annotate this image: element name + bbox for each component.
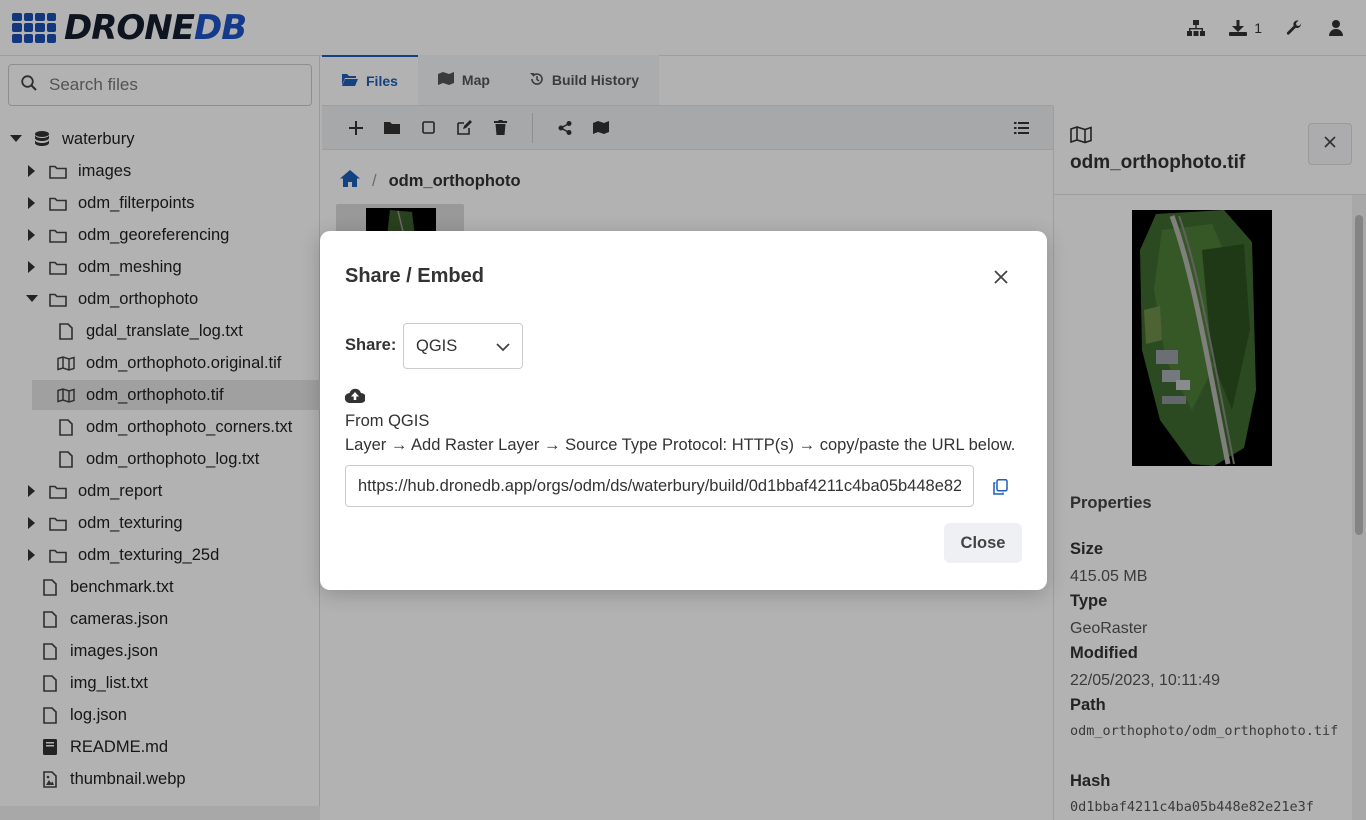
share-url-input[interactable] [345, 465, 974, 507]
share-type-select[interactable]: QGIS [403, 323, 523, 369]
share-embed-dialog: Share / Embed Share: QGIS From QGIS Laye… [320, 231, 1047, 590]
share-label: Share: [345, 336, 397, 354]
copy-icon[interactable] [988, 475, 1012, 499]
cloud-upload-icon [344, 388, 366, 408]
qgis-instructions: Layer → Add Raster Layer → Source Type P… [345, 436, 1016, 454]
close-button[interactable]: Close [944, 523, 1022, 563]
chevron-down-icon [496, 338, 510, 357]
dialog-title: Share / Embed [345, 265, 484, 287]
from-qgis-text: From QGIS [345, 412, 430, 430]
share-type-value: QGIS [416, 336, 458, 355]
dialog-close-icon[interactable] [989, 265, 1013, 289]
